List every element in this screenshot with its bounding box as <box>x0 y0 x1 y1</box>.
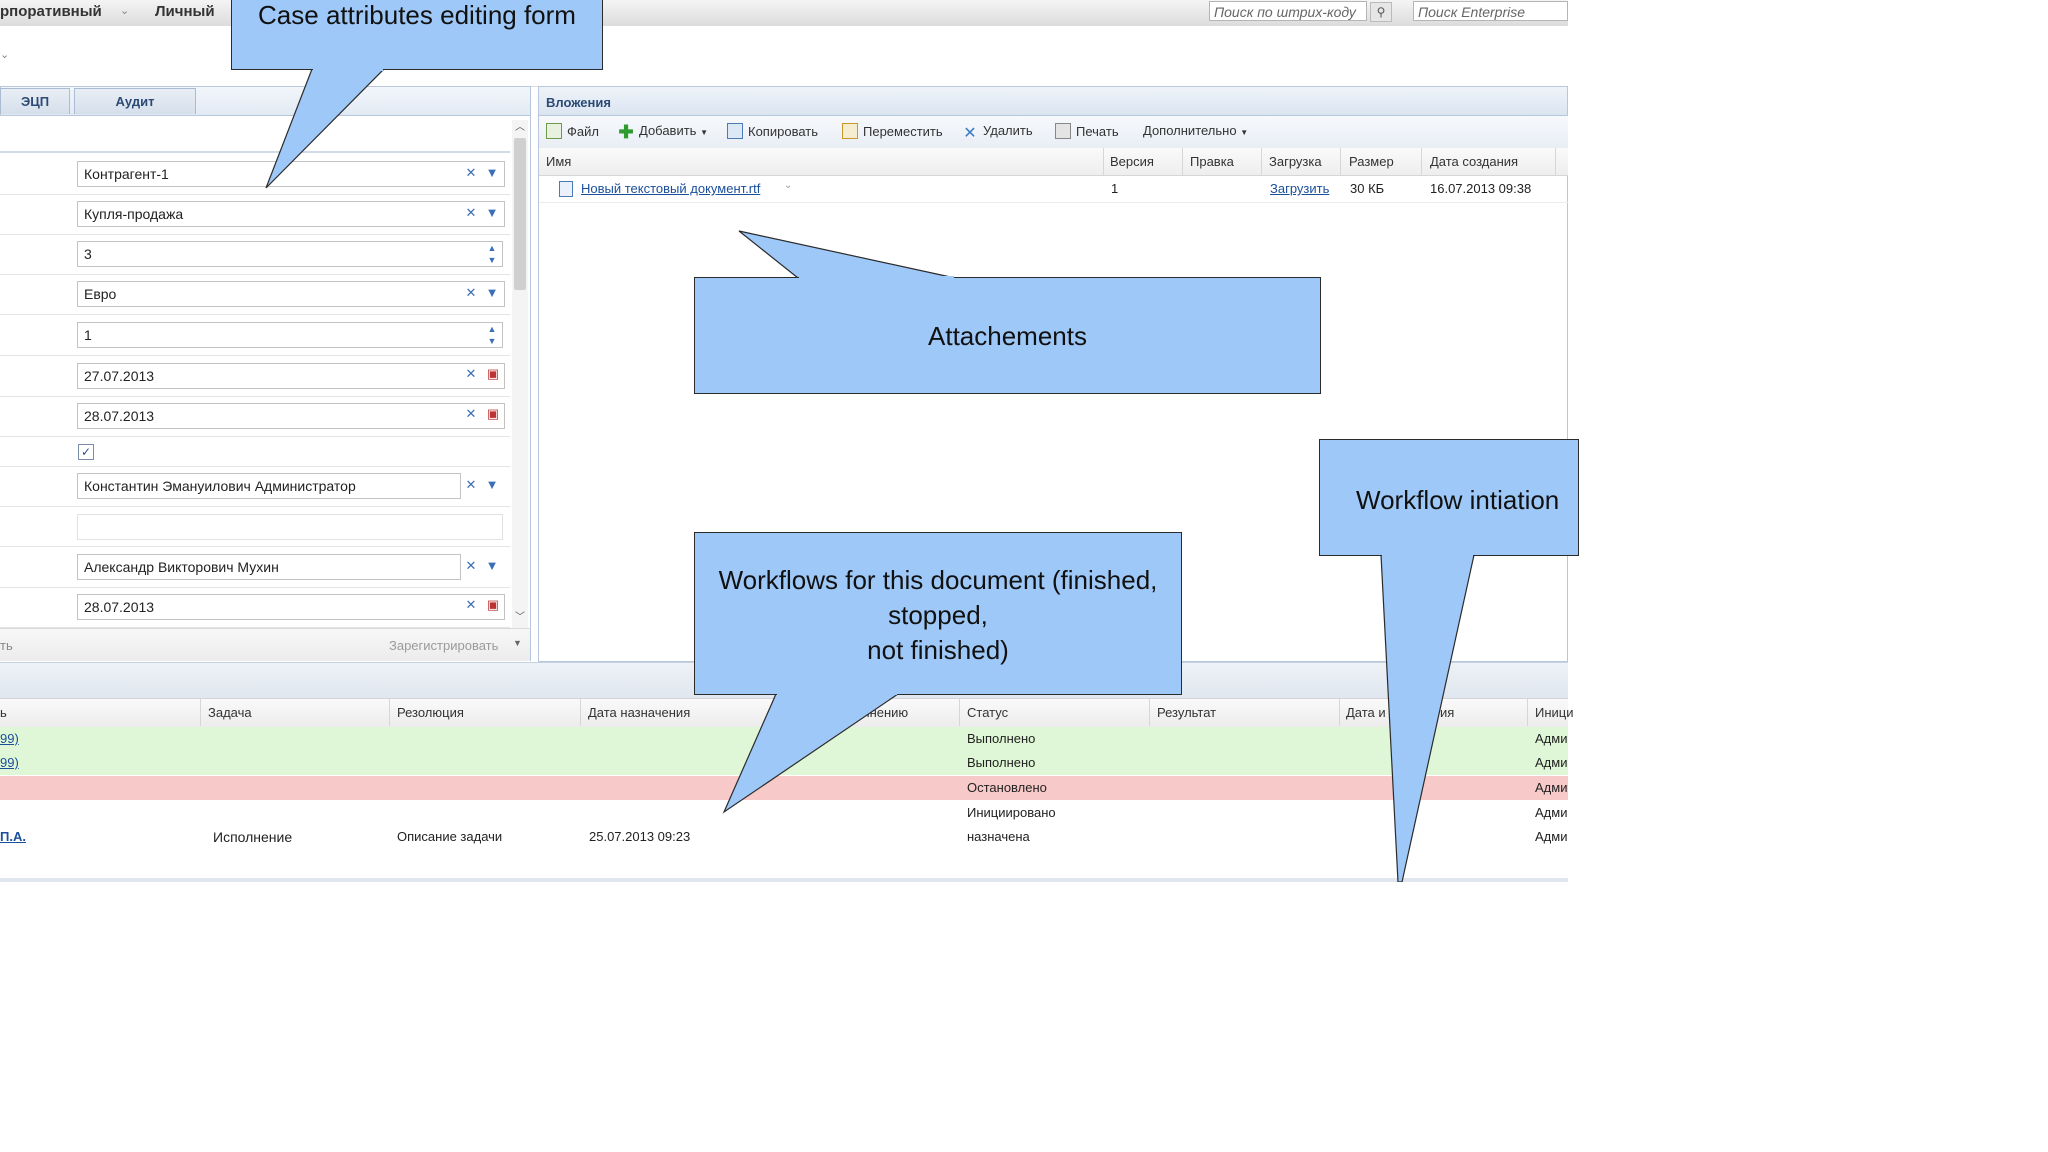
callout-case-form: Case attributes editing form <box>231 0 603 70</box>
tail-seam <box>799 276 954 279</box>
callout-workflows: Workflows for this document (finished, s… <box>694 532 1182 695</box>
tail-seam <box>777 692 897 695</box>
callout-tail-workflows <box>722 693 900 814</box>
callout-workflows-line3: not finished) <box>867 635 1009 665</box>
callout-workflows-line2: stopped, <box>888 600 988 630</box>
callout-workflows-line1: Workflows for this document (finished, <box>718 565 1158 595</box>
tail-seam <box>313 68 383 71</box>
callout-tail-attachments <box>738 230 956 279</box>
callout-tail-case-form <box>265 68 386 189</box>
callout-workflow-init: Workflow intiation <box>1319 439 1579 556</box>
callout-tail-workflow-init <box>1380 554 1475 882</box>
callout-attachments: Attachements <box>694 277 1321 394</box>
tail-seam <box>1382 553 1473 556</box>
